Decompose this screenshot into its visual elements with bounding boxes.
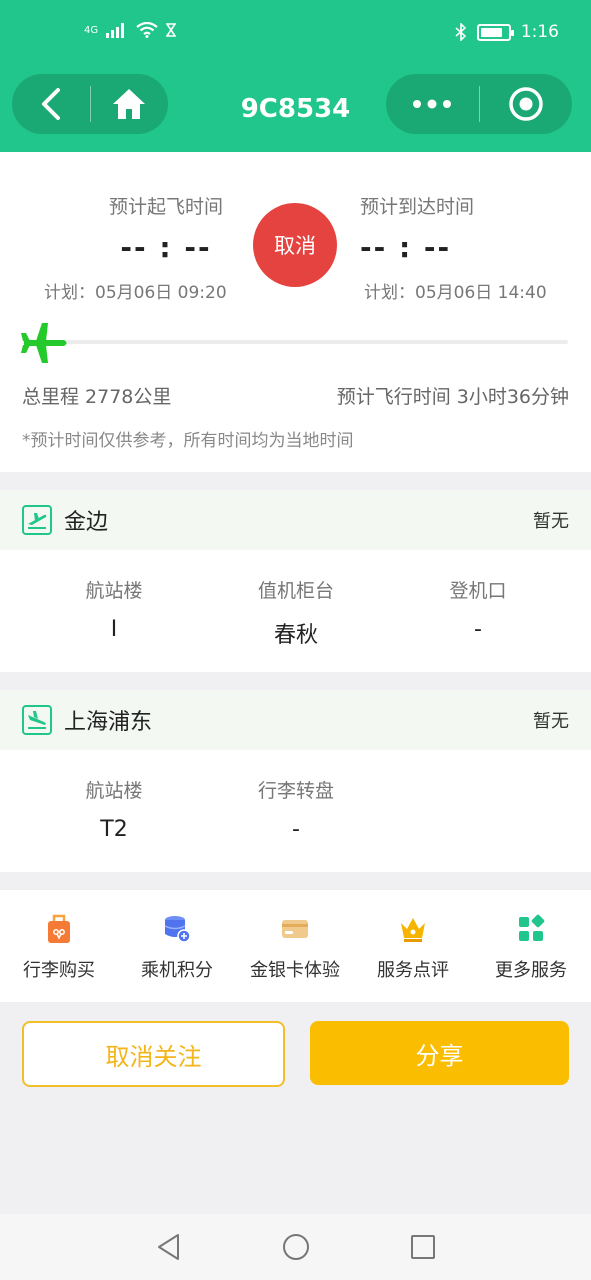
battery-icon <box>476 23 514 41</box>
service-more[interactable]: 更多服务 <box>472 890 590 1002</box>
arrive-label: 预计到达时间 <box>360 196 475 218</box>
more-button[interactable] <box>386 74 479 134</box>
close-miniapp-button[interactable] <box>480 74 573 134</box>
target-icon <box>509 87 543 121</box>
card-icon <box>282 920 308 938</box>
departure-checkin-counter: 值机柜台 春秋 <box>206 550 386 649</box>
info-value: I <box>110 617 118 642</box>
info-value: - <box>474 617 482 642</box>
status-bar: 4G 1:16 <box>0 0 591 64</box>
hourglass-icon <box>166 23 177 37</box>
nav-home-icon[interactable] <box>282 1233 310 1261</box>
arrive-time: -- : -- <box>360 231 452 264</box>
battery-fill <box>480 27 502 37</box>
status-right: 1:16 <box>455 22 559 42</box>
grid-icon <box>519 914 545 941</box>
service-label: 乘机积分 <box>141 960 213 981</box>
share-button[interactable]: 分享 <box>310 1021 569 1085</box>
departure-info-grid: 航站楼 I 值机柜台 春秋 登机口 - <box>0 550 591 672</box>
service-label: 服务点评 <box>377 960 449 981</box>
departure-airport-name: 金边 <box>64 510 109 535</box>
service-bar: 行李购买 乘机积分 金银卡体验 服务点评 更多服务 <box>0 890 591 1002</box>
departure-header: 金边 暂无 <box>0 490 591 550</box>
arrival-airport-name: 上海浦东 <box>64 710 153 735</box>
arrival-terminal: 航站楼 T2 <box>24 750 204 842</box>
info-key: 航站楼 <box>85 580 143 602</box>
bluetooth-icon <box>455 23 466 41</box>
service-luggage[interactable]: 行李购买 <box>0 890 118 1002</box>
service-label: 金银卡体验 <box>250 960 340 981</box>
departure-status: 暂无 <box>533 511 569 532</box>
app-header: 4G 1:16 9C8534 <box>0 0 591 152</box>
system-nav-bar <box>0 1214 591 1280</box>
service-points[interactable]: 乘机积分 <box>118 890 236 1002</box>
arrival-airport-card: 上海浦东 暂无 航站楼 T2 行李转盘 - <box>0 690 591 872</box>
arrive-plan: 计划：05月06日 14:40 <box>364 283 547 303</box>
status-left: 4G <box>84 22 177 38</box>
service-review[interactable]: 服务点评 <box>354 890 472 1002</box>
nav-recent-icon[interactable] <box>410 1234 436 1260</box>
depart-label: 预计起飞时间 <box>108 196 223 218</box>
luggage-icon <box>48 914 70 943</box>
depart-time-block: 预计起飞时间 -- : -- <box>86 192 246 264</box>
takeoff-icon <box>22 505 52 535</box>
flight-duration: 预计飞行时间 3小时36分钟 <box>336 386 569 408</box>
signal-icon <box>106 23 125 38</box>
service-label: 行李购买 <box>23 960 95 981</box>
arrival-baggage-carousel: 行李转盘 - <box>206 750 386 842</box>
flight-time-card: 预计起飞时间 -- : -- 计划：05月06日 09:20 取消 预计到达时间… <box>0 152 591 472</box>
clock: 1:16 <box>520 22 559 42</box>
crown-icon <box>401 918 425 942</box>
info-key: 登机口 <box>449 580 507 602</box>
nav-back-icon[interactable] <box>156 1233 182 1261</box>
arrival-info-grid: 航站楼 T2 行李转盘 - <box>0 750 591 872</box>
arrival-status: 暂无 <box>533 711 569 732</box>
info-value: T2 <box>100 817 128 842</box>
info-value: - <box>292 817 300 842</box>
airplane-icon <box>21 323 67 363</box>
time-note: *预计时间仅供参考，所有时间均为当地时间 <box>22 431 354 451</box>
service-gold-card[interactable]: 金银卡体验 <box>236 890 354 1002</box>
network-type: 4G <box>84 24 99 36</box>
info-key: 值机柜台 <box>257 580 334 602</box>
depart-plan: 计划：05月06日 09:20 <box>44 283 227 303</box>
wifi-icon <box>136 22 158 38</box>
landing-icon <box>22 705 52 735</box>
info-value: 春秋 <box>273 623 318 648</box>
unfollow-button[interactable]: 取消关注 <box>22 1021 285 1087</box>
more-dots-icon <box>413 99 452 109</box>
info-key: 航站楼 <box>85 780 143 802</box>
total-distance: 总里程 2778公里 <box>22 386 172 408</box>
arrival-header: 上海浦东 暂无 <box>0 690 591 750</box>
departure-gate: 登机口 - <box>388 550 568 642</box>
arrive-time-block: 预计到达时间 -- : -- <box>360 192 490 264</box>
flight-progress-track <box>22 340 568 344</box>
depart-time: -- : -- <box>120 231 212 264</box>
departure-airport-card: 金边 暂无 航站楼 I 值机柜台 春秋 登机口 - <box>0 490 591 672</box>
service-label: 更多服务 <box>495 960 567 981</box>
flight-status-badge: 取消 <box>253 203 337 287</box>
nav-capsule-right <box>386 74 572 134</box>
departure-terminal: 航站楼 I <box>24 550 204 642</box>
points-icon <box>164 916 191 943</box>
info-key: 行李转盘 <box>257 780 334 802</box>
